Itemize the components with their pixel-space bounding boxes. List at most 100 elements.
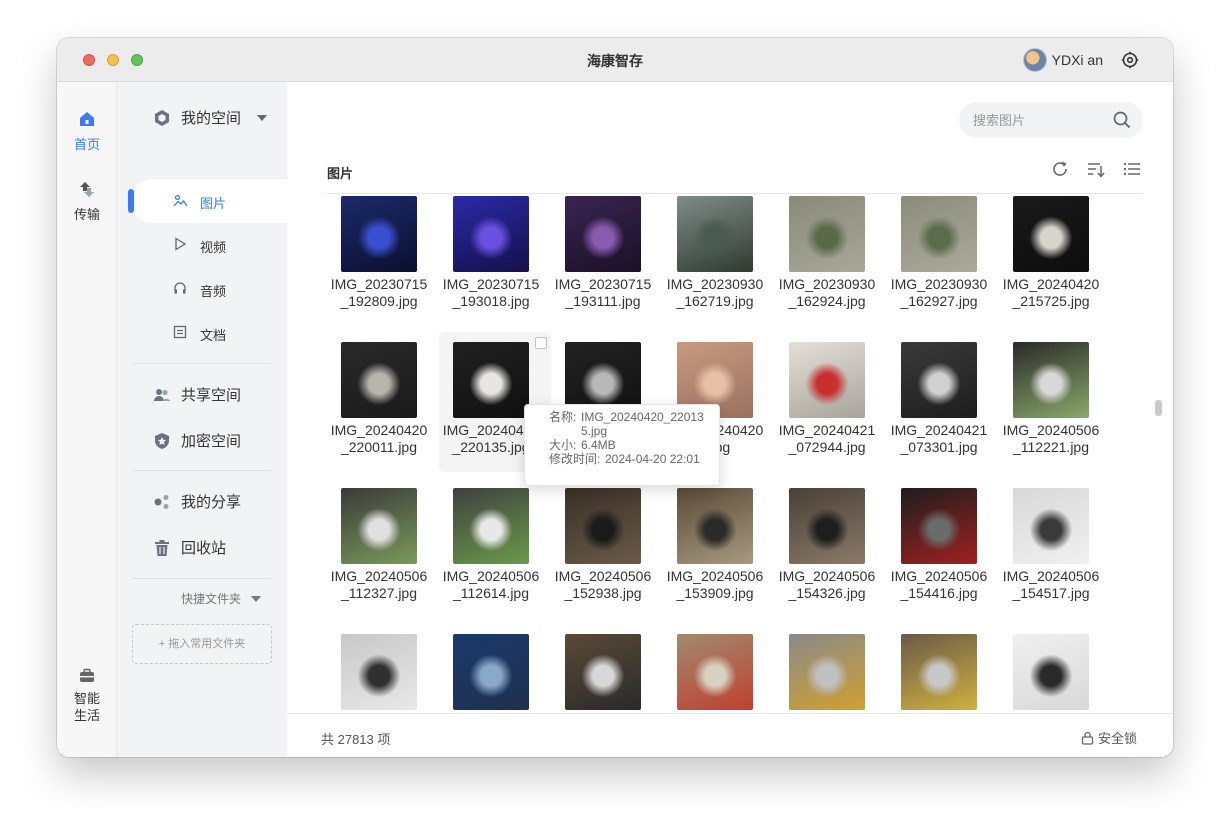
- photo-thumbnail[interactable]: [1013, 488, 1089, 564]
- photo-thumbnail[interactable]: [789, 342, 865, 418]
- sidebar-item-shared-space[interactable]: 共享空间: [153, 384, 241, 405]
- photo-item[interactable]: IMG_20240506 _153909.jpg: [663, 478, 775, 618]
- photo-thumbnail[interactable]: [341, 634, 417, 710]
- sidebar-item-documents[interactable]: 文档: [131, 311, 287, 355]
- photo-thumbnail[interactable]: [453, 634, 529, 710]
- photo-item[interactable]: IMG_20240506: [663, 624, 775, 713]
- photo-item[interactable]: IMG_20240420 _220011.jpg: [327, 332, 439, 472]
- sort-icon[interactable]: [1087, 160, 1105, 178]
- photo-thumbnail[interactable]: [677, 634, 753, 710]
- search-icon[interactable]: [1113, 111, 1131, 129]
- caret-down-icon[interactable]: [251, 595, 262, 602]
- photo-item[interactable]: IMG_20240506 _112221.jpg: [999, 332, 1111, 472]
- user-menu[interactable]: YDXi an: [1022, 48, 1103, 72]
- photo-filename: IMG_20240506 _152938.jpg: [554, 568, 652, 601]
- sidebar-item-images[interactable]: 图片: [128, 179, 287, 223]
- photo-item[interactable]: IMG_20230930 _162924.jpg: [775, 194, 887, 326]
- avatar[interactable]: [1022, 48, 1047, 72]
- photo-thumbnail[interactable]: [453, 342, 529, 418]
- photo-filename: IMG_20240506 _154326.jpg: [778, 568, 876, 601]
- my-space-header[interactable]: 我的空间: [153, 107, 268, 128]
- photo-thumbnail[interactable]: [1013, 342, 1089, 418]
- photo-thumbnail[interactable]: [677, 196, 753, 272]
- folder-drop-zone[interactable]: + 拖入常用文件夹: [132, 624, 272, 664]
- rail-transfer[interactable]: 传输: [57, 180, 117, 223]
- photo-thumbnail[interactable]: [677, 488, 753, 564]
- photo-item[interactable]: IMG_20240420 _215725.jpg: [999, 194, 1111, 326]
- photo-item[interactable]: IMG_20230930 _162927.jpg: [887, 194, 999, 326]
- photo-thumbnail[interactable]: [565, 488, 641, 564]
- search-input[interactable]: [973, 110, 1103, 130]
- photo-item[interactable]: IMG_20240506 _154416.jpg: [887, 478, 999, 618]
- quick-folders-header[interactable]: 快捷文件夹: [181, 590, 262, 607]
- photo-item[interactable]: IMG_20230715 _193111.jpg: [551, 194, 663, 326]
- sidebar-item-my-share[interactable]: 我的分享: [153, 491, 241, 512]
- photo-thumbnail[interactable]: [565, 196, 641, 272]
- refresh-icon[interactable]: [1051, 160, 1069, 178]
- sidebar-item-audio-label: 音频: [200, 284, 227, 299]
- divider: [133, 470, 271, 471]
- photo-thumbnail[interactable]: [1013, 196, 1089, 272]
- caret-down-icon[interactable]: [257, 114, 268, 121]
- photo-thumbnail[interactable]: [453, 488, 529, 564]
- photo-filename: IMG_20230715 _193111.jpg: [554, 276, 652, 309]
- photo-filename: IMG_20240506 _112221.jpg: [1002, 422, 1100, 455]
- photo-thumbnail[interactable]: [901, 196, 977, 272]
- photo-item[interactable]: IMG_20230715 _192809.jpg: [327, 194, 439, 326]
- photo-item[interactable]: IMG_20240421 _073301.jpg: [887, 332, 999, 472]
- select-checkbox[interactable]: [535, 337, 547, 349]
- photo-thumbnail[interactable]: [341, 196, 417, 272]
- photo-item[interactable]: IMG_20240506: [775, 624, 887, 713]
- photo-item[interactable]: IMG_20240506 _154517.jpg: [999, 478, 1111, 618]
- window-title: 海康智存: [587, 53, 643, 69]
- photo-item[interactable]: IMG_20240506 _112327.jpg: [327, 478, 439, 618]
- scrollbar-thumb[interactable]: [1155, 400, 1162, 416]
- play-icon: [175, 237, 187, 251]
- photo-thumbnail[interactable]: [901, 488, 977, 564]
- photo-thumbnail[interactable]: [341, 488, 417, 564]
- sidebar-item-encrypted-space[interactable]: 加密空间: [153, 430, 241, 451]
- photo-filename: IMG_20240506 _154416.jpg: [890, 568, 988, 601]
- photo-item[interactable]: IMG_20230930 _162719.jpg: [663, 194, 775, 326]
- photo-thumbnail[interactable]: [1013, 634, 1089, 710]
- rail-smart-life[interactable]: 智能 生活: [57, 668, 117, 724]
- photo-item[interactable]: IMG_20240506 _152938.jpg: [551, 478, 663, 618]
- photo-thumbnail[interactable]: [789, 196, 865, 272]
- app-window: 海康智存 YDXi an 首页 传输 智能 生活 我的空间 图片 视频 音频 文…: [57, 38, 1173, 757]
- photo-thumbnail[interactable]: [901, 634, 977, 710]
- rail-transfer-label: 传输: [73, 207, 100, 222]
- photo-filename: IMG_20230930 _162924.jpg: [778, 276, 876, 309]
- photo-thumbnail[interactable]: [789, 634, 865, 710]
- shared-space-label: 共享空间: [181, 387, 242, 404]
- tooltip-modified-label: 修改时间:: [549, 452, 601, 466]
- photo-thumbnail[interactable]: [565, 634, 641, 710]
- sidebar-item-recycle-bin[interactable]: 回收站: [153, 537, 226, 558]
- photo-item[interactable]: IMG_20240506: [551, 624, 663, 713]
- photo-thumbnail[interactable]: [341, 342, 417, 418]
- section-title: 图片: [327, 166, 354, 181]
- safe-lock-button[interactable]: 安全锁: [1081, 728, 1137, 747]
- photo-filename: IMG_20230715 _193018.jpg: [442, 276, 540, 309]
- sidebar-item-videos[interactable]: 视频: [131, 223, 287, 267]
- list-view-icon[interactable]: [1123, 160, 1141, 178]
- rail-home[interactable]: 首页: [57, 110, 117, 153]
- search-box[interactable]: [959, 102, 1143, 138]
- photo-item[interactable]: IMG_20240506: [999, 624, 1111, 713]
- sidebar-item-audio[interactable]: 音频: [131, 267, 287, 311]
- photo-item[interactable]: IMG_20240421 _072944.jpg: [775, 332, 887, 472]
- photo-thumbnail[interactable]: [453, 196, 529, 272]
- tooltip-size-row: 大小: 6.4MB: [549, 438, 719, 452]
- photo-item[interactable]: IMG_20240506 _112614.jpg: [439, 478, 551, 618]
- settings-icon[interactable]: [1121, 51, 1139, 69]
- photo-item[interactable]: IMG_20230715 _193018.jpg: [439, 194, 551, 326]
- photo-thumbnail[interactable]: [901, 342, 977, 418]
- tooltip-name-label: 名称:: [549, 410, 577, 424]
- photo-item[interactable]: IMG_20240506 _154326.jpg: [775, 478, 887, 618]
- photo-filename: IMG_20240420 _215725.jpg: [1002, 276, 1100, 309]
- photo-item[interactable]: IMG_20240506: [327, 624, 439, 713]
- photo-thumbnail[interactable]: [789, 488, 865, 564]
- user-name[interactable]: YDXi an: [1052, 52, 1103, 68]
- photo-item[interactable]: IMG_20240506: [887, 624, 999, 713]
- tooltip-modified-row: 修改时间: 2024-04-20 22:01: [549, 452, 719, 466]
- photo-item[interactable]: IMG_20240506: [439, 624, 551, 713]
